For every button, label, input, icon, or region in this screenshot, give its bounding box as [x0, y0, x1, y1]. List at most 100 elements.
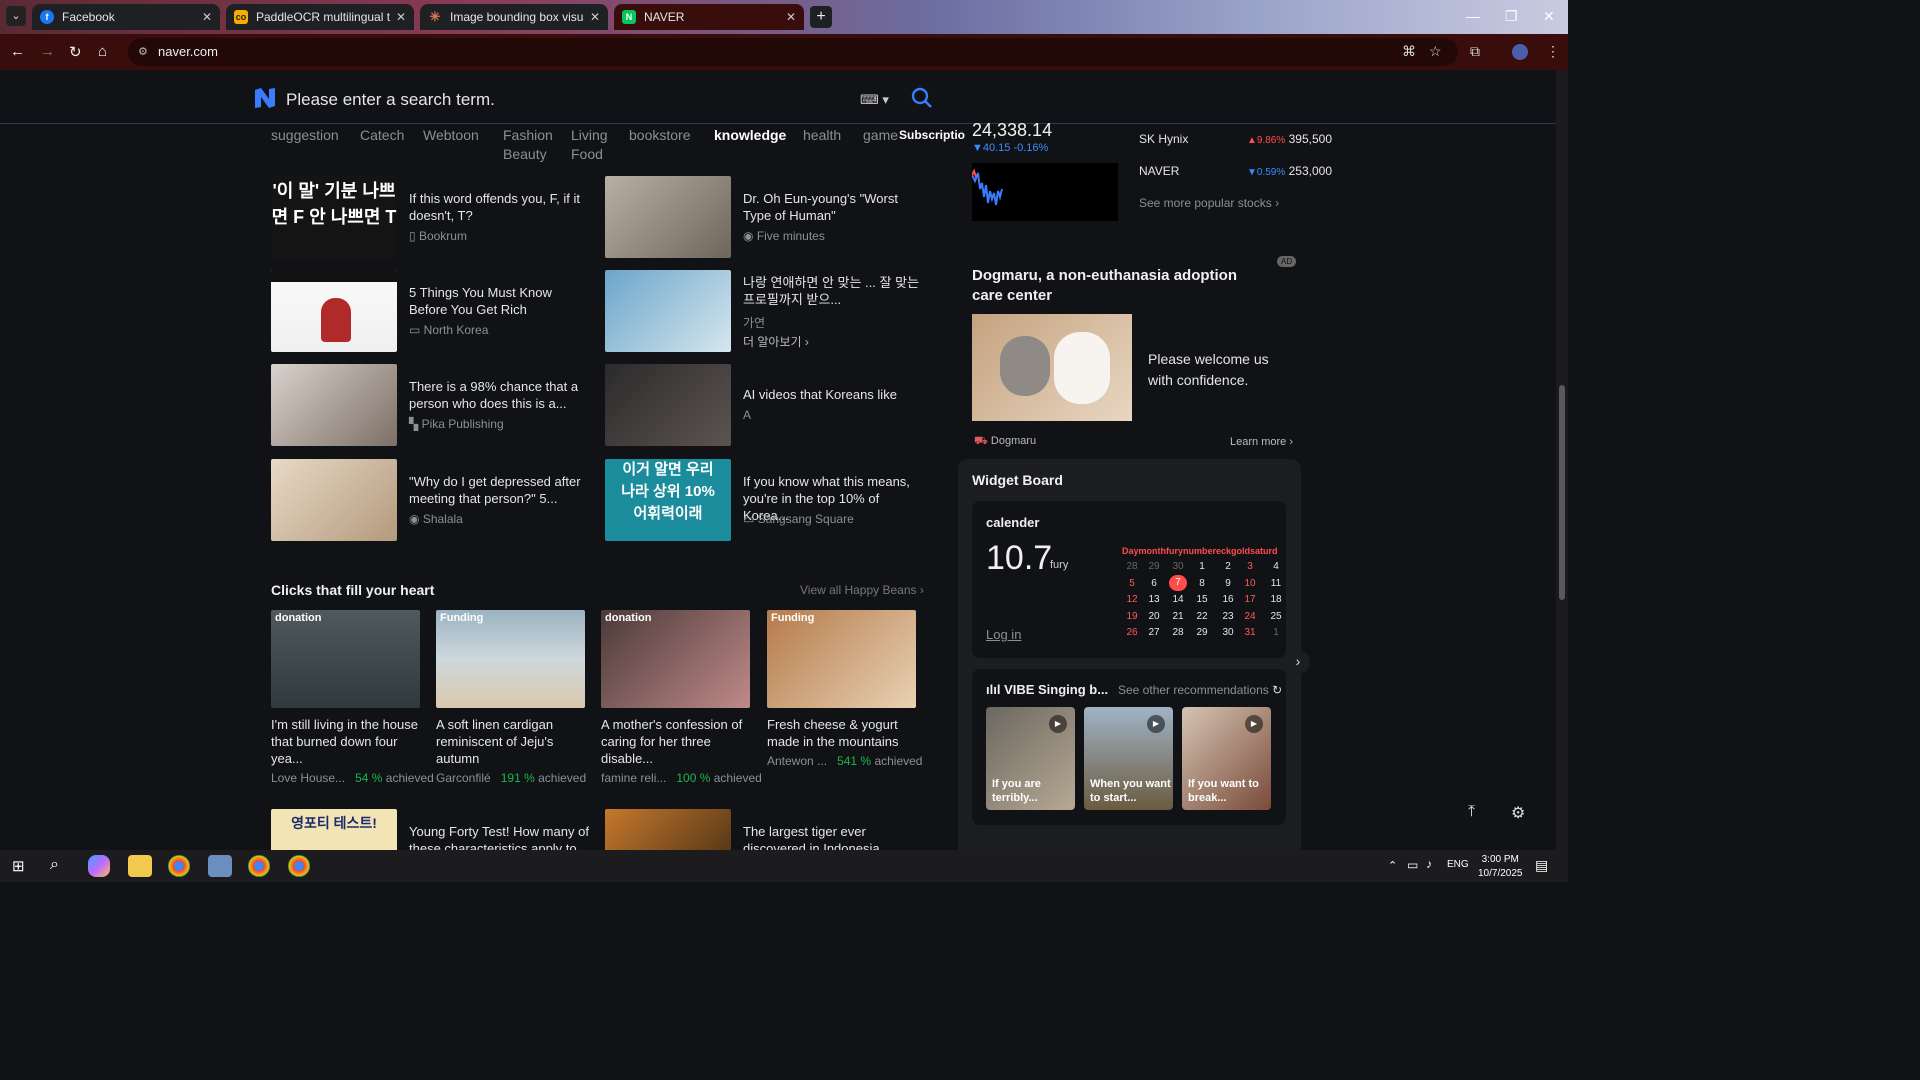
tab-facebook[interactable]: f Facebook ✕ [32, 4, 220, 30]
vibe-title[interactable]: ılıl VIBE Singing b... [986, 682, 1108, 697]
calendar-day-cell[interactable]: 2 [1218, 561, 1238, 572]
back-icon[interactable]: ← [10, 43, 25, 60]
minimize-icon[interactable]: — [1466, 8, 1480, 24]
volume-icon[interactable]: ♪ [1426, 857, 1432, 871]
calendar-day-cell[interactable]: 28 [1122, 561, 1142, 572]
tab-webtoon[interactable]: Webtoon [423, 126, 479, 145]
ad-image[interactable] [972, 314, 1132, 421]
stock-row[interactable]: SK Hynix ▲9.86% 395,500 [1139, 132, 1332, 146]
calendar-day-cell[interactable]: 6 [1144, 578, 1164, 589]
ad-text[interactable]: Please welcome us with confidence. [1148, 349, 1278, 391]
url-text[interactable]: naver.com [158, 44, 218, 59]
ad-brand[interactable]: ⛟ Dogmaru [974, 435, 1036, 449]
calendar-day-cell[interactable]: 1 [1192, 561, 1212, 572]
chrome-icon[interactable] [168, 855, 190, 877]
vibe-item[interactable]: ▶ When you want to start... [1084, 707, 1173, 810]
calendar-day-cell[interactable]: 12 [1122, 594, 1142, 605]
close-window-icon[interactable]: ✕ [1543, 8, 1555, 25]
feed-title[interactable]: Dr. Oh Eun-young's "Worst Type of Human" [743, 190, 923, 224]
calendar-day-cell[interactable]: 13 [1144, 594, 1164, 605]
funding-card[interactable]: Funding A soft linen cardigan reminiscen… [436, 610, 586, 785]
forward-icon[interactable]: → [40, 43, 55, 60]
tab-knowledge[interactable]: knowledge [714, 126, 786, 145]
taskbar-clock[interactable]: 3:00 PM 10/7/2025 [1478, 853, 1523, 881]
tab-health[interactable]: health [803, 126, 841, 145]
feed-item[interactable]: '이 말' 기분 나쁘면 F 안 나쁘면 T If this word offe… [271, 176, 591, 258]
feed-title[interactable]: 5 Things You Must Know Before You Get Ri… [409, 284, 589, 318]
tab-search-button[interactable]: ⌄ [6, 6, 26, 26]
calendar-day-cell[interactable]: 26 [1122, 627, 1142, 638]
settings-gear-icon[interactable]: ⚙ [1511, 803, 1525, 823]
calendar-day-cell[interactable]: 15 [1192, 594, 1212, 605]
extensions-icon[interactable]: ⧉ [1470, 43, 1480, 60]
stock-chart[interactable] [971, 163, 1118, 221]
more-stocks-link[interactable]: See more popular stocks › [1139, 196, 1279, 210]
learn-more-link[interactable]: Learn more › [1230, 436, 1293, 448]
calendar-day-cell[interactable]: 31 [1240, 627, 1260, 638]
tab-bbox-visualization[interactable]: ✳ Image bounding box visualization ✕ [420, 4, 608, 30]
chrome-icon[interactable] [248, 855, 270, 877]
calendar-day-cell[interactable]: 19 [1122, 611, 1142, 622]
play-icon[interactable]: ▶ [1049, 715, 1067, 733]
calendar-day-cell[interactable]: 28 [1168, 627, 1188, 638]
vibe-item[interactable]: ▶ If you are terribly... [986, 707, 1075, 810]
calendar-day-cell[interactable]: 17 [1240, 594, 1260, 605]
feed-title[interactable]: AI videos that Koreans like [743, 386, 923, 403]
calendar-day-cell[interactable]: 11 [1266, 578, 1286, 589]
close-icon[interactable]: ✕ [202, 10, 212, 24]
tab-suggestion[interactable]: suggestion [271, 126, 339, 145]
tab-bookstore[interactable]: bookstore [629, 126, 690, 145]
calendar-day-cell[interactable]: 27 [1144, 627, 1164, 638]
donation-card[interactable]: donation I'm still living in the house t… [271, 610, 434, 785]
notification-icon[interactable]: ▤ [1535, 857, 1548, 874]
vibe-item[interactable]: ▶ If you want to break... [1182, 707, 1271, 810]
notepad-icon[interactable] [208, 855, 232, 877]
calendar-day-cell[interactable]: 14 [1168, 594, 1188, 605]
feed-item[interactable]: The largest tiger ever discovered in Ind… [605, 809, 925, 850]
menu-icon[interactable]: ⋮ [1546, 43, 1560, 60]
feed-item[interactable]: 이거 알면 우리나라 상위 10% 어휘력이래 If you know what… [605, 459, 925, 541]
calendar-day-cell[interactable]: 1 [1266, 627, 1286, 638]
windows-start-icon[interactable]: ⊞ [12, 857, 25, 875]
home-icon[interactable]: ⌂ [98, 43, 107, 60]
calendar-day-cell[interactable]: 21 [1168, 611, 1188, 622]
language-indicator[interactable]: ENG [1447, 859, 1469, 870]
learn-more-link[interactable]: 더 알아보기 › [743, 333, 809, 350]
calendar-day-cell[interactable]: 25 [1266, 611, 1286, 622]
play-icon[interactable]: ▶ [1245, 715, 1263, 733]
calendar-day-cell[interactable]: 30 [1218, 627, 1238, 638]
feed-item[interactable]: 5 Things You Must Know Before You Get Ri… [271, 270, 591, 352]
play-icon[interactable]: ▶ [1147, 715, 1165, 733]
tray-chevron-icon[interactable]: ⌃ [1388, 859, 1397, 872]
calendar-day-cell[interactable]: 20 [1144, 611, 1164, 622]
copilot-icon[interactable] [88, 855, 110, 877]
view-all-link[interactable]: View all Happy Beans › [800, 583, 924, 597]
calendar-day-cell[interactable]: 22 [1192, 611, 1212, 622]
feed-title[interactable]: "Why do I get depressed after meeting th… [409, 473, 589, 507]
translate-icon[interactable]: ⌘ [1402, 43, 1416, 60]
login-link[interactable]: Log in [986, 627, 1021, 642]
calendar-day-cell[interactable]: 7 [1169, 574, 1187, 591]
calendar-day-cell[interactable]: 30 [1168, 561, 1188, 572]
feed-item[interactable]: "Why do I get depressed after meeting th… [271, 459, 591, 541]
calendar-day-cell[interactable]: 3 [1240, 561, 1260, 572]
chrome-icon[interactable] [288, 855, 310, 877]
feed-item[interactable]: 나랑 연애하면 안 맞는 ... 잘 맞는 프로필까지 받으... 가연 더 알… [605, 270, 925, 352]
tab-fashion-beauty[interactable]: Fashion Beauty [503, 126, 555, 164]
feed-item[interactable]: There is a 98% chance that a person who … [271, 364, 591, 446]
calendar-day-cell[interactable]: 9 [1218, 578, 1238, 589]
feed-title[interactable]: There is a 98% chance that a person who … [409, 378, 589, 412]
keyboard-icon[interactable]: ⌨ ▾ [860, 92, 889, 108]
network-icon[interactable]: ▭ [1407, 858, 1418, 872]
feed-item[interactable]: AI videos that Koreans like A [605, 364, 925, 446]
calendar-day-cell[interactable]: 4 [1266, 561, 1286, 572]
feed-title[interactable]: The largest tiger ever discovered in Ind… [743, 823, 923, 850]
stock-row[interactable]: NAVER ▼0.59% 253,000 [1139, 164, 1332, 178]
search-input[interactable]: Please enter a search term. [286, 90, 495, 110]
tab-living-food[interactable]: Living Food [571, 126, 615, 164]
calendar-day-cell[interactable]: 16 [1218, 594, 1238, 605]
naver-logo-icon[interactable] [254, 88, 276, 108]
site-info-icon[interactable]: ⚙ [138, 45, 148, 58]
calendar-day-cell[interactable]: 18 [1266, 594, 1286, 605]
calendar-day-cell[interactable]: 8 [1192, 578, 1212, 589]
